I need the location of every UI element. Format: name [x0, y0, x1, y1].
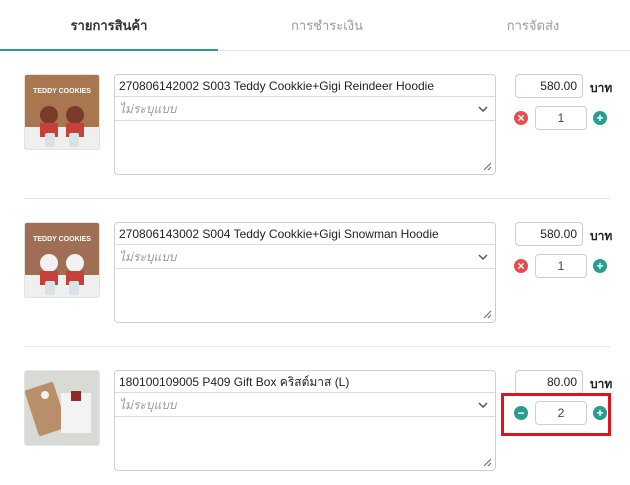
quantity-input[interactable]: 1 [535, 254, 587, 278]
product-details-box: 270806143002 S004 Teddy Cookkie+Gigi Sno… [114, 222, 496, 323]
note-textarea[interactable] [115, 121, 495, 174]
product-name-field[interactable]: 270806142002 S003 Teddy Cookkie+Gigi Rei… [115, 75, 495, 97]
remove-icon[interactable]: × [514, 111, 528, 125]
tab-bar: รายการสินค้า การชำระเงิน การจัดส่ง [0, 0, 630, 51]
product-name-field[interactable]: 270806143002 S004 Teddy Cookkie+Gigi Sno… [115, 223, 495, 245]
quantity-input[interactable]: 1 [535, 106, 587, 130]
variant-select[interactable]: ไม่ระบุแบบ [115, 393, 495, 417]
product-image: TEDDY COOKIES [24, 74, 100, 150]
price-input[interactable]: 580.00 [515, 222, 583, 246]
svg-text:TEDDY COOKIES: TEDDY COOKIES [33, 88, 91, 95]
order-panel: รายการสินค้า การชำระเงิน การจัดส่ง TEDDY… [0, 0, 630, 485]
svg-text:TEDDY COOKIES: TEDDY COOKIES [33, 236, 91, 243]
resize-handle-icon[interactable] [483, 162, 492, 171]
product-image: TEDDY COOKIES [24, 222, 100, 298]
divider [24, 346, 610, 347]
price-input[interactable]: 80.00 [515, 370, 583, 394]
variant-select[interactable]: ไม่ระบุแบบ [115, 97, 495, 121]
tab-payment[interactable]: การชำระเงิน [218, 0, 436, 50]
remove-icon[interactable]: × [514, 259, 528, 273]
note-textarea[interactable] [115, 269, 495, 322]
product-details-box: 270806142002 S003 Teddy Cookkie+Gigi Rei… [114, 74, 496, 175]
highlight-box [501, 393, 611, 436]
price-input[interactable]: 580.00 [515, 74, 583, 98]
currency-label: บาท [590, 229, 613, 243]
add-icon[interactable]: + [593, 259, 607, 273]
product-name-field[interactable]: 180100109005 P409 Gift Box คริสต์มาส (L) [115, 371, 495, 393]
add-icon[interactable]: + [593, 111, 607, 125]
product-image [24, 370, 100, 446]
tab-products[interactable]: รายการสินค้า [0, 0, 218, 50]
chevron-down-icon[interactable] [477, 103, 489, 115]
product-details-box: 180100109005 P409 Gift Box คริสต์มาส (L)… [114, 370, 496, 471]
chevron-down-icon[interactable] [477, 399, 489, 411]
tab-shipping[interactable]: การจัดส่ง [436, 0, 630, 50]
resize-handle-icon[interactable] [483, 458, 492, 467]
resize-handle-icon[interactable] [483, 310, 492, 319]
variant-select[interactable]: ไม่ระบุแบบ [115, 245, 495, 269]
currency-label: บาท [590, 81, 613, 95]
currency-label: บาท [590, 377, 613, 391]
active-tab-indicator [0, 49, 218, 51]
note-textarea[interactable] [115, 417, 495, 470]
divider [24, 198, 610, 199]
chevron-down-icon[interactable] [477, 251, 489, 263]
